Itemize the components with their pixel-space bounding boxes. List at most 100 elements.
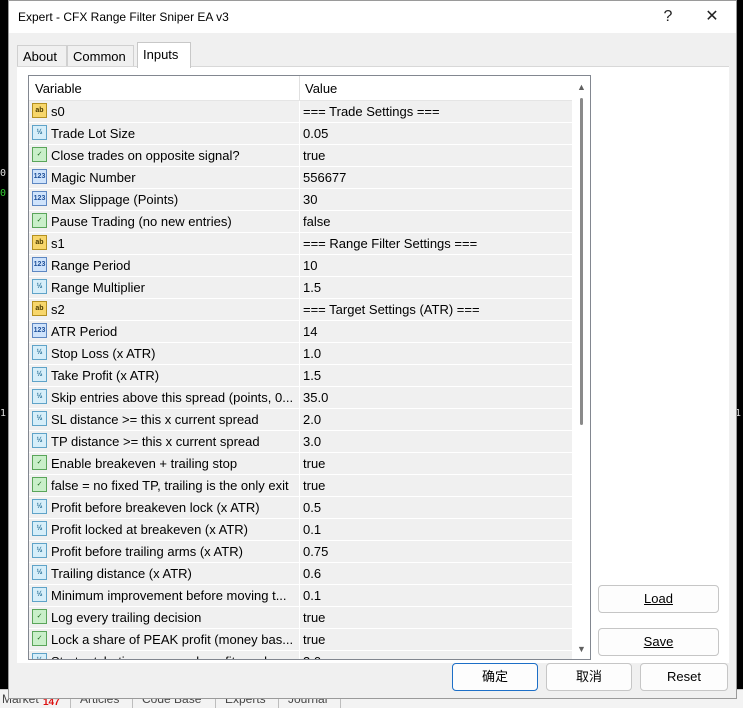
- scrollbar-thumb[interactable]: [580, 98, 583, 425]
- input-value[interactable]: 0.75: [303, 544, 569, 559]
- help-button[interactable]: ?: [655, 5, 681, 29]
- cell-divider: [299, 607, 300, 628]
- input-row[interactable]: ✓ Enable breakeven + trailing stop true: [29, 453, 572, 475]
- input-row[interactable]: 123 ATR Period 14: [29, 321, 572, 343]
- input-value[interactable]: true: [303, 456, 569, 471]
- input-row[interactable]: 123 Magic Number 556677: [29, 167, 572, 189]
- input-row[interactable]: ½ Profit before breakeven lock (x ATR) 0.5: [29, 497, 572, 519]
- input-variable-name: Range Multiplier: [51, 280, 145, 295]
- column-header-value[interactable]: Value: [305, 81, 337, 96]
- input-value[interactable]: 2.0: [303, 412, 569, 427]
- cell-divider: [299, 475, 300, 496]
- input-row[interactable]: ½ Trailing distance (x ATR) 0.6: [29, 563, 572, 585]
- load-button[interactable]: Load: [598, 585, 719, 613]
- input-value[interactable]: true: [303, 610, 569, 625]
- input-row[interactable]: ab s1 === Range Filter Settings ===: [29, 233, 572, 255]
- double-type-icon: ½: [32, 499, 47, 514]
- input-row[interactable]: ½ SL distance >= this x current spread 2.0: [29, 409, 572, 431]
- close-icon[interactable]: ✕: [699, 5, 725, 29]
- double-type-icon: ½: [32, 279, 47, 294]
- input-value[interactable]: 0.1: [303, 522, 569, 537]
- input-value[interactable]: 0.1: [303, 588, 569, 603]
- input-variable-name: Enable breakeven + trailing stop: [51, 456, 238, 471]
- integer-type-icon: 123: [32, 257, 47, 272]
- input-value[interactable]: true: [303, 632, 569, 647]
- input-value[interactable]: true: [303, 148, 569, 163]
- input-value[interactable]: === Range Filter Settings ===: [303, 236, 569, 251]
- cell-divider: [299, 365, 300, 386]
- cell-divider: [299, 343, 300, 364]
- input-row[interactable]: ½ Profit before trailing arms (x ATR) 0.75: [29, 541, 572, 563]
- input-value[interactable]: 10: [303, 258, 569, 273]
- boolean-type-icon: ✓: [32, 147, 47, 162]
- input-value[interactable]: false: [303, 214, 569, 229]
- input-row[interactable]: 123 Max Slippage (Points) 30: [29, 189, 572, 211]
- input-variable-name: Lock a share of PEAK profit (money bas..…: [51, 632, 294, 647]
- input-row[interactable]: ½ Minimum improvement before moving t... 0…: [29, 585, 572, 607]
- input-value[interactable]: 1.5: [303, 368, 569, 383]
- input-value[interactable]: 35.0: [303, 390, 569, 405]
- input-row[interactable]: ½ Skip entries above this spread (points,…: [29, 387, 572, 409]
- input-variable-name: Take Profit (x ATR): [51, 368, 160, 383]
- input-value[interactable]: 0.5: [303, 500, 569, 515]
- tab-about[interactable]: About: [17, 45, 67, 67]
- input-value[interactable]: 14: [303, 324, 569, 339]
- reset-button[interactable]: Reset: [640, 663, 728, 691]
- cell-divider: [299, 233, 300, 254]
- cancel-button[interactable]: 取消: [546, 663, 632, 691]
- input-row[interactable]: ab s2 === Target Settings (ATR) ===: [29, 299, 572, 321]
- vertical-scrollbar[interactable]: ▲ ▼: [573, 76, 590, 659]
- input-row[interactable]: ✓ Close trades on opposite signal? true: [29, 145, 572, 167]
- cell-divider: [299, 189, 300, 210]
- input-value[interactable]: 3.0: [303, 434, 569, 449]
- input-row[interactable]: ½ Take Profit (x ATR) 1.5: [29, 365, 572, 387]
- double-type-icon: ½: [32, 521, 47, 536]
- save-button-label: Save: [643, 634, 674, 649]
- input-variable-name: Skip entries above this spread (points, …: [51, 390, 294, 405]
- scroll-down-icon[interactable]: ▼: [577, 644, 586, 654]
- cell-divider: [299, 321, 300, 342]
- input-variable-name: TP distance >= this x current spread: [51, 434, 260, 449]
- tab-common[interactable]: Common: [67, 45, 134, 67]
- input-value[interactable]: 3.0: [303, 654, 569, 659]
- string-type-icon: ab: [32, 103, 47, 118]
- input-value[interactable]: 30: [303, 192, 569, 207]
- cell-divider: [299, 123, 300, 144]
- input-row[interactable]: ½ TP distance >= this x current spread 3.0: [29, 431, 572, 453]
- cell-divider: [299, 387, 300, 408]
- input-row[interactable]: ½ Start ratcheting once peak profit reach…: [29, 651, 572, 659]
- input-value[interactable]: 0.05: [303, 126, 569, 141]
- tab-inputs[interactable]: Inputs: [137, 42, 191, 68]
- input-row[interactable]: ½ Trade Lot Size 0.05: [29, 123, 572, 145]
- input-row[interactable]: ½ Range Multiplier 1.5: [29, 277, 572, 299]
- double-type-icon: ½: [32, 587, 47, 602]
- column-divider[interactable]: [299, 76, 300, 100]
- input-value[interactable]: === Trade Settings ===: [303, 104, 569, 119]
- save-button[interactable]: Save: [598, 628, 719, 656]
- scroll-up-icon[interactable]: ▲: [577, 82, 586, 92]
- input-row[interactable]: ✓ false = no fixed TP, trailing is the on…: [29, 475, 572, 497]
- double-type-icon: ½: [32, 411, 47, 426]
- input-variable-name: s2: [51, 302, 65, 317]
- column-header-variable[interactable]: Variable: [35, 81, 82, 96]
- ok-button[interactable]: 确定: [452, 663, 538, 691]
- input-variable-name: ATR Period: [51, 324, 118, 339]
- input-row[interactable]: ab s0 === Trade Settings ===: [29, 101, 572, 123]
- input-value[interactable]: 0.6: [303, 566, 569, 581]
- input-value[interactable]: 1.5: [303, 280, 569, 295]
- input-row[interactable]: ✓ Lock a share of PEAK profit (money bas.…: [29, 629, 572, 651]
- input-value[interactable]: 1.0: [303, 346, 569, 361]
- input-row[interactable]: ½ Profit locked at breakeven (x ATR) 0.1: [29, 519, 572, 541]
- input-row[interactable]: 123 Range Period 10: [29, 255, 572, 277]
- input-row[interactable]: ✓ Log every trailing decision true: [29, 607, 572, 629]
- input-value[interactable]: === Target Settings (ATR) ===: [303, 302, 569, 317]
- cell-divider: [299, 145, 300, 166]
- cell-divider: [299, 211, 300, 232]
- input-value[interactable]: 556677: [303, 170, 569, 185]
- input-variable-name: Max Slippage (Points): [51, 192, 179, 207]
- double-type-icon: ½: [32, 367, 47, 382]
- input-row[interactable]: ✓ Pause Trading (no new entries) false: [29, 211, 572, 233]
- input-row[interactable]: ½ Stop Loss (x ATR) 1.0: [29, 343, 572, 365]
- cell-divider: [299, 101, 300, 122]
- input-value[interactable]: true: [303, 478, 569, 493]
